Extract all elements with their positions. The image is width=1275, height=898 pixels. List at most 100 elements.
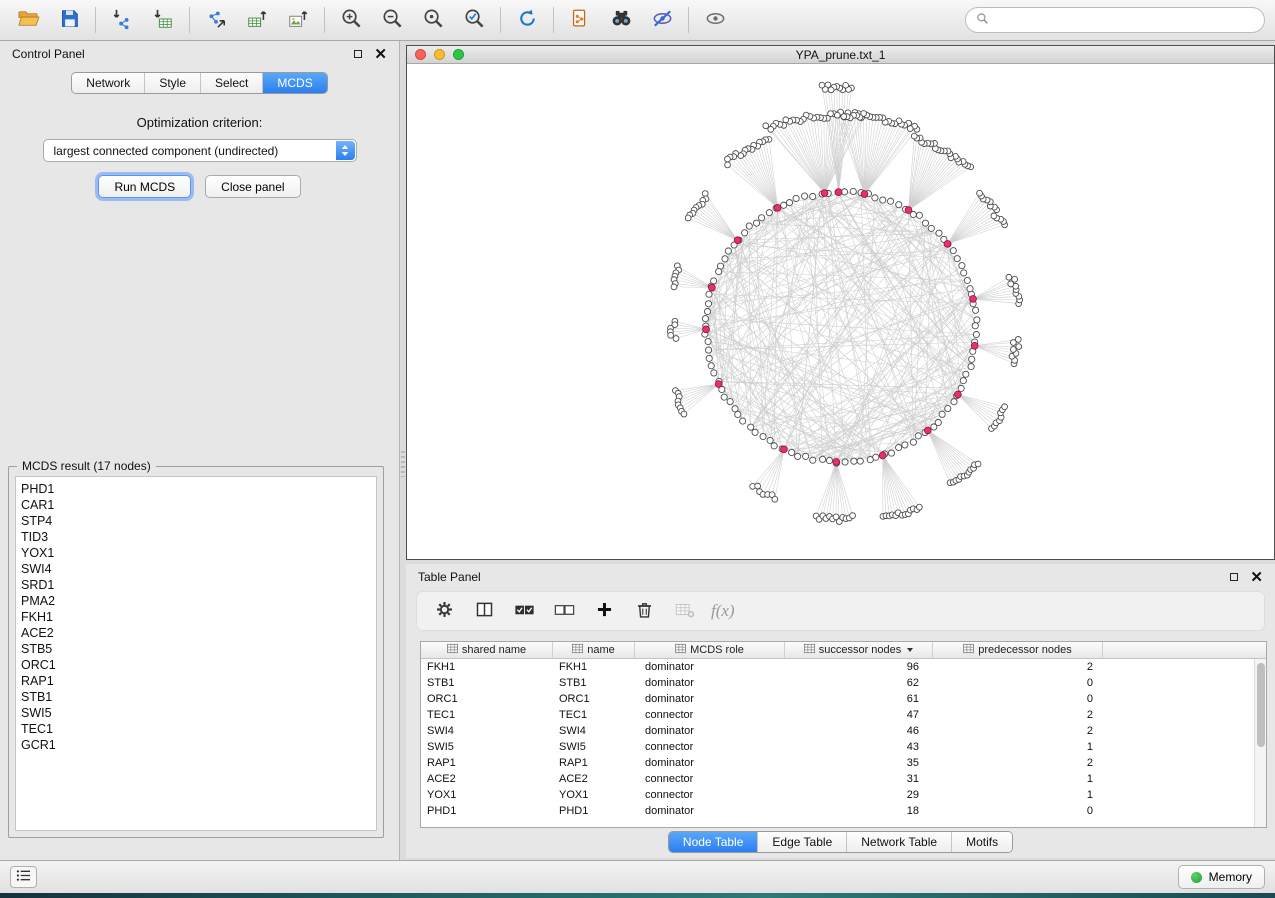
mcds-result-item[interactable]: PMA2: [21, 593, 371, 609]
column-header-name[interactable]: name: [553, 642, 635, 658]
table-row[interactable]: SWI4SWI4dominator462: [421, 723, 1254, 739]
mcds-result-item[interactable]: STP4: [21, 513, 371, 529]
export-table-button[interactable]: [237, 4, 277, 36]
add-column-button[interactable]: [587, 596, 622, 626]
mcds-result-item[interactable]: TID3: [21, 529, 371, 545]
mcds-result-item[interactable]: ACE2: [21, 625, 371, 641]
shared-name-cell[interactable]: FKH1: [421, 659, 553, 675]
shared-name-cell[interactable]: ORC1: [421, 691, 553, 707]
predecessor-nodes-cell[interactable]: 1: [933, 787, 1103, 803]
deselect-all-button[interactable]: [547, 596, 582, 626]
name-cell[interactable]: FKH1: [553, 659, 635, 675]
name-cell[interactable]: ORC1: [553, 691, 635, 707]
table-row[interactable]: STB1STB1dominator620: [421, 675, 1254, 691]
table-row[interactable]: ORC1ORC1dominator610: [421, 691, 1254, 707]
window-zoom-button[interactable]: [453, 49, 464, 60]
close-panel-icon[interactable]: ✕: [374, 47, 387, 62]
column-header-mcds-role[interactable]: MCDS role: [635, 642, 785, 658]
import-network-button[interactable]: [102, 4, 142, 36]
mcds-result-item[interactable]: TEC1: [21, 721, 371, 737]
table-row[interactable]: ACE2ACE2connector311: [421, 771, 1254, 787]
predecessor-nodes-cell[interactable]: 2: [933, 723, 1103, 739]
float-panel-icon[interactable]: [354, 50, 362, 58]
successor-nodes-cell[interactable]: 35: [785, 755, 933, 771]
mcds-result-item[interactable]: RAP1: [21, 673, 371, 689]
predecessor-nodes-cell[interactable]: 2: [933, 659, 1103, 675]
control-panel-tab-select[interactable]: Select: [200, 73, 262, 93]
split-view-button[interactable]: [467, 596, 502, 626]
name-cell[interactable]: RAP1: [553, 755, 635, 771]
table-row[interactable]: PHD1PHD1dominator180: [421, 803, 1254, 819]
export-network-button[interactable]: [196, 4, 236, 36]
import-table-button[interactable]: [143, 4, 183, 36]
network-canvas[interactable]: [407, 64, 1274, 559]
mcds-role-cell[interactable]: dominator: [635, 675, 785, 691]
clone-network-button[interactable]: [560, 4, 600, 36]
show-all-button[interactable]: [695, 4, 735, 36]
successor-nodes-cell[interactable]: 62: [785, 675, 933, 691]
open-file-button[interactable]: [8, 4, 48, 36]
mcds-result-item[interactable]: SWI4: [21, 561, 371, 577]
successor-nodes-cell[interactable]: 46: [785, 723, 933, 739]
mcds-result-item[interactable]: STB1: [21, 689, 371, 705]
predecessor-nodes-cell[interactable]: 1: [933, 739, 1103, 755]
zoom-out-button[interactable]: [372, 4, 412, 36]
control-panel-tab-style[interactable]: Style: [144, 73, 200, 93]
select-all-button[interactable]: [507, 596, 542, 626]
mcds-result-item[interactable]: SWI5: [21, 705, 371, 721]
window-minimize-button[interactable]: [434, 49, 445, 60]
name-cell[interactable]: SWI5: [553, 739, 635, 755]
successor-nodes-cell[interactable]: 29: [785, 787, 933, 803]
predecessor-nodes-cell[interactable]: 1: [933, 771, 1103, 787]
predecessor-nodes-cell[interactable]: 0: [933, 691, 1103, 707]
predecessor-nodes-cell[interactable]: 0: [933, 675, 1103, 691]
close-panel-button[interactable]: Close panel: [205, 175, 300, 198]
column-header-predecessor-nodes[interactable]: predecessor nodes: [933, 642, 1103, 658]
table-row[interactable]: TEC1TEC1connector472: [421, 707, 1254, 723]
scrollbar-thumb[interactable]: [1257, 663, 1265, 747]
successor-nodes-cell[interactable]: 96: [785, 659, 933, 675]
predecessor-nodes-cell[interactable]: 2: [933, 707, 1103, 723]
table-panel-tab-motifs[interactable]: Motifs: [951, 832, 1012, 852]
mcds-result-item[interactable]: YOX1: [21, 545, 371, 561]
control-panel-tab-mcds[interactable]: MCDS: [262, 73, 326, 93]
close-panel-icon[interactable]: ✕: [1250, 570, 1263, 585]
shared-name-cell[interactable]: PHD1: [421, 803, 553, 819]
mcds-result-item[interactable]: SRD1: [21, 577, 371, 593]
table-row[interactable]: YOX1YOX1connector291: [421, 787, 1254, 803]
name-cell[interactable]: SWI4: [553, 723, 635, 739]
successor-nodes-cell[interactable]: 43: [785, 739, 933, 755]
network-window-titlebar[interactable]: YPA_prune.txt_1: [407, 46, 1274, 64]
table-body[interactable]: FKH1FKH1dominator962STB1STB1dominator620…: [421, 659, 1254, 827]
search-box[interactable]: [965, 7, 1265, 33]
find-button[interactable]: [601, 4, 641, 36]
table-panel-tab-node-table[interactable]: Node Table: [669, 832, 758, 852]
mcds-role-cell[interactable]: dominator: [635, 755, 785, 771]
shared-name-cell[interactable]: TEC1: [421, 707, 553, 723]
name-cell[interactable]: YOX1: [553, 787, 635, 803]
successor-nodes-cell[interactable]: 47: [785, 707, 933, 723]
mcds-result-list[interactable]: PHD1CAR1STP4TID3YOX1SWI4SRD1PMA2FKH1ACE2…: [15, 476, 377, 831]
mcds-result-item[interactable]: FKH1: [21, 609, 371, 625]
table-row[interactable]: FKH1FKH1dominator962: [421, 659, 1254, 675]
mcds-role-cell[interactable]: connector: [635, 787, 785, 803]
predecessor-nodes-cell[interactable]: 0: [933, 803, 1103, 819]
shared-name-cell[interactable]: SWI5: [421, 739, 553, 755]
export-image-button[interactable]: [278, 4, 318, 36]
mcds-result-item[interactable]: CAR1: [21, 497, 371, 513]
mcds-role-cell[interactable]: dominator: [635, 723, 785, 739]
table-settings-button[interactable]: [427, 596, 462, 626]
shared-name-cell[interactable]: YOX1: [421, 787, 553, 803]
table-row[interactable]: RAP1RAP1dominator352: [421, 755, 1254, 771]
window-close-button[interactable]: [415, 49, 426, 60]
table-panel-tab-network-table[interactable]: Network Table: [846, 832, 951, 852]
control-panel-tab-network[interactable]: Network: [72, 73, 144, 93]
mcds-result-item[interactable]: PHD1: [21, 481, 371, 497]
mcds-role-cell[interactable]: dominator: [635, 659, 785, 675]
mcds-role-cell[interactable]: dominator: [635, 691, 785, 707]
shared-name-cell[interactable]: STB1: [421, 675, 553, 691]
table-row[interactable]: SWI5SWI5connector431: [421, 739, 1254, 755]
zoom-selected-button[interactable]: [454, 4, 494, 36]
save-button[interactable]: [49, 4, 89, 36]
network-graph[interactable]: [407, 64, 1274, 559]
